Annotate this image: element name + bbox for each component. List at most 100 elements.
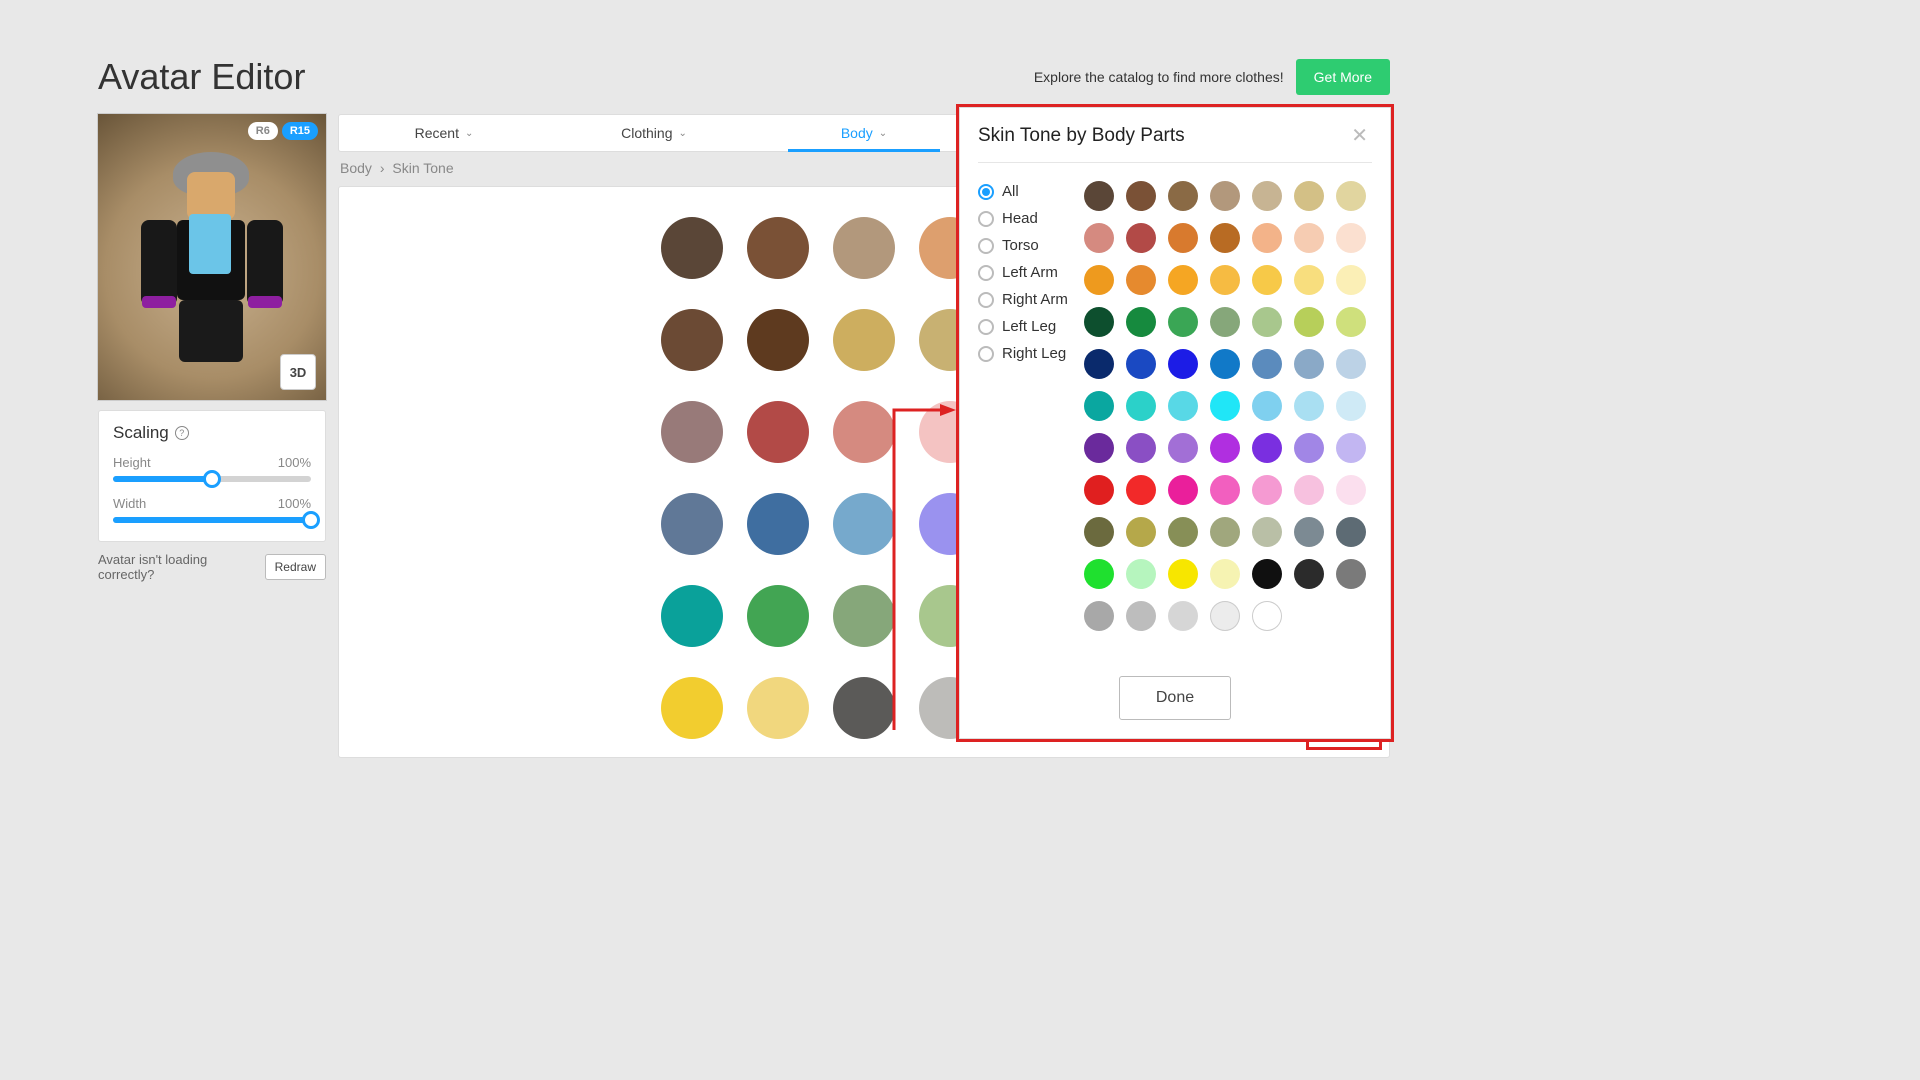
skin-tone-swatch[interactable] (661, 585, 723, 647)
skin-tone-swatch[interactable] (747, 401, 809, 463)
color-swatch[interactable] (1252, 307, 1282, 337)
color-swatch[interactable] (1126, 475, 1156, 505)
color-swatch[interactable] (1294, 433, 1324, 463)
color-swatch[interactable] (1294, 349, 1324, 379)
color-swatch[interactable] (1168, 475, 1198, 505)
skin-tone-swatch[interactable] (661, 309, 723, 371)
redraw-button[interactable]: Redraw (265, 554, 326, 580)
color-swatch[interactable] (1336, 391, 1366, 421)
skin-tone-swatch[interactable] (747, 217, 809, 279)
body-part-radio[interactable]: Left Leg (978, 318, 1074, 335)
height-slider-thumb[interactable] (203, 470, 221, 488)
color-swatch[interactable] (1168, 433, 1198, 463)
color-swatch[interactable] (1084, 559, 1114, 589)
color-swatch[interactable] (1126, 265, 1156, 295)
color-swatch[interactable] (1252, 517, 1282, 547)
tab-clothing[interactable]: Clothing⌄ (549, 115, 759, 151)
breadcrumb-parent[interactable]: Body (340, 160, 372, 176)
color-swatch[interactable] (1084, 265, 1114, 295)
color-swatch[interactable] (1252, 433, 1282, 463)
color-swatch[interactable] (1126, 517, 1156, 547)
skin-tone-swatch[interactable] (833, 217, 895, 279)
color-swatch[interactable] (1168, 307, 1198, 337)
color-swatch[interactable] (1336, 349, 1366, 379)
color-swatch[interactable] (1336, 517, 1366, 547)
color-swatch[interactable] (1168, 517, 1198, 547)
color-swatch[interactable] (1294, 223, 1324, 253)
skin-tone-swatch[interactable] (747, 677, 809, 739)
color-swatch[interactable] (1336, 559, 1366, 589)
color-swatch[interactable] (1084, 433, 1114, 463)
body-part-radio[interactable]: Right Leg (978, 345, 1074, 362)
color-swatch[interactable] (1168, 601, 1198, 631)
color-swatch[interactable] (1210, 181, 1240, 211)
color-swatch[interactable] (1252, 181, 1282, 211)
color-swatch[interactable] (1294, 517, 1324, 547)
color-swatch[interactable] (1168, 391, 1198, 421)
color-swatch[interactable] (1252, 223, 1282, 253)
skin-tone-swatch[interactable] (833, 677, 895, 739)
skin-tone-swatch[interactable] (747, 493, 809, 555)
color-swatch[interactable] (1210, 433, 1240, 463)
color-swatch[interactable] (1210, 265, 1240, 295)
width-slider-thumb[interactable] (302, 511, 320, 529)
color-swatch[interactable] (1252, 265, 1282, 295)
avatar-preview[interactable]: R6 R15 3D (98, 114, 326, 400)
color-swatch[interactable] (1168, 181, 1198, 211)
body-part-radio[interactable]: Torso (978, 237, 1074, 254)
body-part-radio[interactable]: Left Arm (978, 264, 1074, 281)
color-swatch[interactable] (1168, 223, 1198, 253)
color-swatch[interactable] (1294, 265, 1324, 295)
color-swatch[interactable] (1252, 349, 1282, 379)
color-swatch[interactable] (1084, 307, 1114, 337)
color-swatch[interactable] (1336, 475, 1366, 505)
color-swatch[interactable] (1210, 223, 1240, 253)
color-swatch[interactable] (1210, 349, 1240, 379)
color-swatch[interactable] (1210, 307, 1240, 337)
color-swatch[interactable] (1126, 223, 1156, 253)
color-swatch[interactable] (1294, 475, 1324, 505)
color-swatch[interactable] (1294, 559, 1324, 589)
skin-tone-swatch[interactable] (747, 309, 809, 371)
skin-tone-swatch[interactable] (661, 493, 723, 555)
color-swatch[interactable] (1336, 181, 1366, 211)
color-swatch[interactable] (1084, 475, 1114, 505)
width-slider[interactable] (113, 517, 311, 523)
color-swatch[interactable] (1294, 181, 1324, 211)
color-swatch[interactable] (1252, 475, 1282, 505)
color-swatch[interactable] (1210, 559, 1240, 589)
color-swatch[interactable] (1168, 265, 1198, 295)
body-part-radio[interactable]: Head (978, 210, 1074, 227)
color-swatch[interactable] (1084, 349, 1114, 379)
color-swatch[interactable] (1126, 601, 1156, 631)
color-swatch[interactable] (1168, 559, 1198, 589)
color-swatch[interactable] (1126, 181, 1156, 211)
skin-tone-swatch[interactable] (833, 493, 895, 555)
color-swatch[interactable] (1126, 433, 1156, 463)
body-part-radio[interactable]: Right Arm (978, 291, 1074, 308)
color-swatch[interactable] (1252, 559, 1282, 589)
color-swatch[interactable] (1210, 391, 1240, 421)
tab-body[interactable]: Body⌄ (759, 115, 969, 151)
color-swatch[interactable] (1210, 601, 1240, 631)
get-more-button[interactable]: Get More (1296, 59, 1390, 95)
close-icon[interactable]: ✕ (1347, 124, 1372, 148)
skin-tone-swatch[interactable] (747, 585, 809, 647)
skin-tone-swatch[interactable] (833, 585, 895, 647)
color-swatch[interactable] (1126, 307, 1156, 337)
color-swatch[interactable] (1168, 349, 1198, 379)
color-swatch[interactable] (1084, 181, 1114, 211)
color-swatch[interactable] (1084, 223, 1114, 253)
body-part-radio[interactable]: All (978, 183, 1074, 200)
color-swatch[interactable] (1126, 559, 1156, 589)
color-swatch[interactable] (1210, 517, 1240, 547)
tab-recent[interactable]: Recent⌄ (339, 115, 549, 151)
color-swatch[interactable] (1126, 349, 1156, 379)
color-swatch[interactable] (1084, 391, 1114, 421)
color-swatch[interactable] (1336, 223, 1366, 253)
color-swatch[interactable] (1294, 307, 1324, 337)
three-d-toggle-button[interactable]: 3D (280, 354, 316, 390)
color-swatch[interactable] (1336, 433, 1366, 463)
skin-tone-swatch[interactable] (661, 677, 723, 739)
skin-tone-swatch[interactable] (833, 401, 895, 463)
